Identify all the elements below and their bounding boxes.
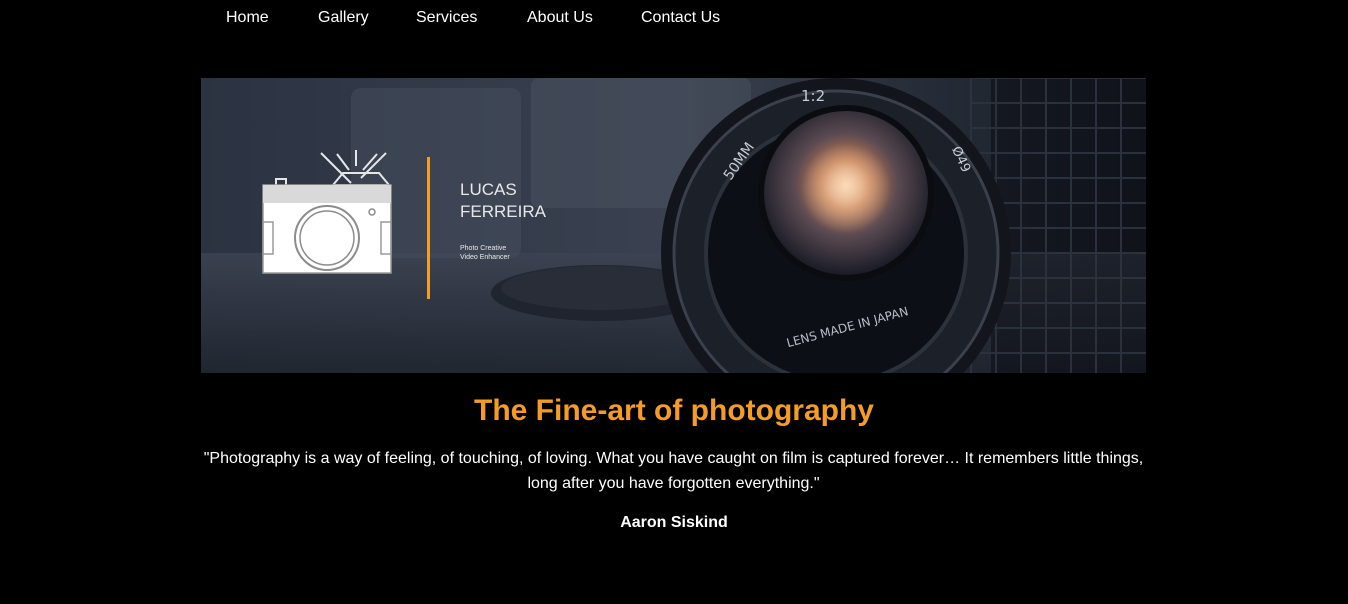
nav-gallery-link[interactable]: Gallery: [318, 9, 369, 27]
accent-divider: [427, 157, 430, 299]
lens-marking-aperture: 1:2: [801, 87, 825, 105]
hero-banner: 1:2 50MM Ø49 LENS MADE IN JAPAN LUCAS FE…: [201, 78, 1146, 373]
main-navigation: Home Gallery Services About Us Contact U…: [0, 0, 1348, 38]
nav-services-link[interactable]: Services: [416, 9, 477, 27]
nav-contact-link[interactable]: Contact Us: [641, 9, 720, 27]
hero-banner-graphic: 1:2 50MM Ø49 LENS MADE IN JAPAN LUCAS FE…: [201, 78, 1146, 373]
page-title: The Fine-art of photography: [474, 394, 874, 427]
photography-quote: "Photography is a way of feeling, of tou…: [203, 450, 1144, 492]
brand-tagline-2: Video Enhancer: [460, 254, 510, 261]
nav-home-link[interactable]: Home: [226, 9, 269, 27]
brand-name-first: LUCAS: [460, 180, 517, 199]
brand-tagline-1: Photo Creative: [460, 245, 506, 252]
brand-name-last: FERREIRA: [460, 202, 547, 221]
nav-about-link[interactable]: About Us: [527, 9, 593, 27]
quote-author: Aaron Siskind: [620, 514, 728, 531]
